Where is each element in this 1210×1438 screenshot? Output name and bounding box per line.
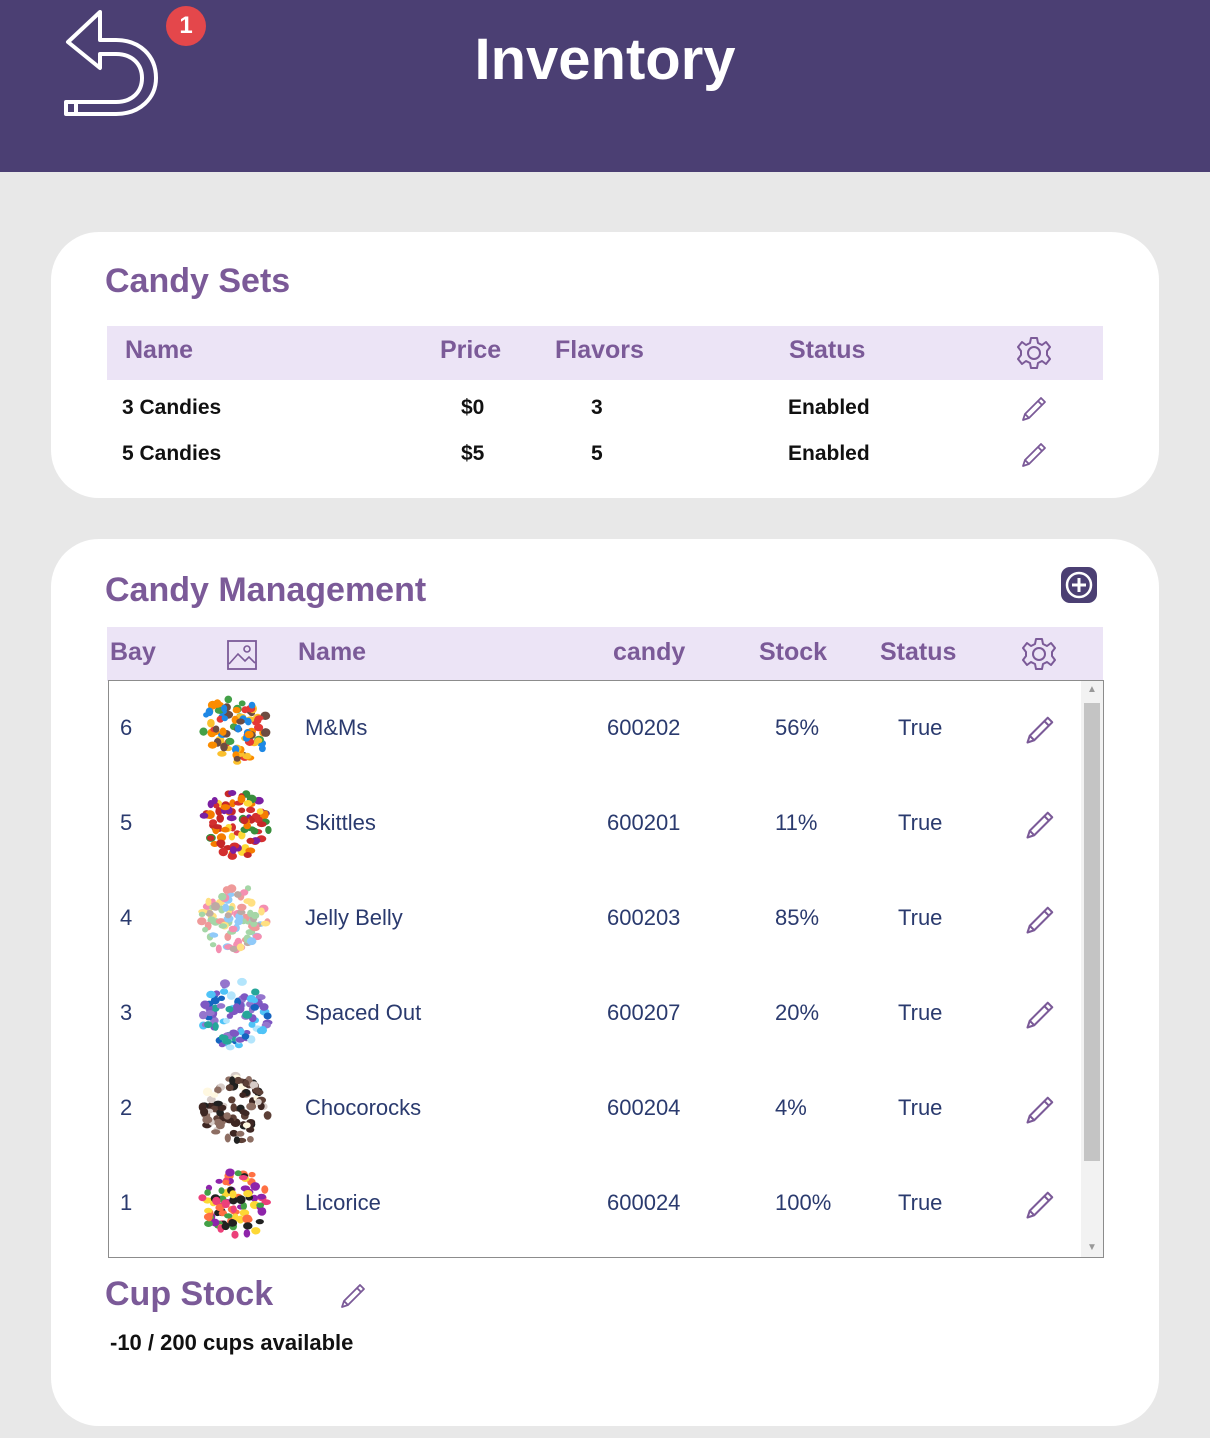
- annotation-badge-1: 1: [166, 6, 206, 46]
- candy-list[interactable]: 6 M&Ms 600202 56% True 5 Skittles 600201 11% True…: [108, 680, 1104, 1258]
- column-stock: Stock: [759, 638, 828, 666]
- candy-id: 600207: [607, 1000, 681, 1025]
- candy-management-card: Candy Management Bay Name candy Stock St…: [51, 539, 1159, 1426]
- column-flavors: Flavors: [555, 336, 644, 364]
- scroll-up-icon[interactable]: ▲: [1087, 685, 1097, 695]
- candy-name: Jelly Belly: [305, 905, 403, 930]
- table-row: 3 Spaced Out 600207 20% True: [109, 966, 1081, 1061]
- table-row: 4 Jelly Belly 600203 85% True: [109, 871, 1081, 966]
- set-price: $5: [461, 442, 485, 465]
- row-status: True: [898, 905, 943, 930]
- set-status: Enabled: [788, 396, 870, 419]
- pencil-icon[interactable]: [1023, 806, 1059, 842]
- candy-id: 600024: [607, 1190, 681, 1215]
- candy-name: Spaced Out: [305, 1000, 422, 1025]
- gear-icon[interactable]: [1022, 637, 1056, 671]
- table-row: 1 Licorice 600024 100% True: [109, 1156, 1081, 1251]
- pencil-icon[interactable]: [338, 1279, 370, 1311]
- row-status: True: [898, 715, 943, 740]
- scrollbar[interactable]: ▲ ▼: [1081, 681, 1103, 1257]
- stock-level: 4%: [775, 1095, 807, 1120]
- column-status: Status: [789, 336, 866, 364]
- candy-name: Skittles: [305, 810, 376, 835]
- table-row: 6 M&Ms 600202 56% True: [109, 681, 1081, 776]
- candy-sets-card: Candy Sets Name Price Flavors Status 3 C…: [51, 232, 1159, 498]
- cup-stock-text: -10 / 200 cups available: [110, 1330, 354, 1355]
- table-row: 5 Skittles 600201 11% True: [109, 776, 1081, 871]
- pencil-icon[interactable]: [1019, 438, 1051, 470]
- candy-id: 600202: [607, 715, 681, 740]
- candy-image: [198, 1071, 272, 1144]
- set-status: Enabled: [788, 442, 870, 465]
- candy-management-title: Candy Management: [105, 571, 427, 609]
- row-status: True: [898, 1095, 943, 1120]
- pencil-icon[interactable]: [1023, 711, 1059, 747]
- stock-level: 11%: [775, 810, 818, 835]
- bay-number: 2: [120, 1095, 133, 1120]
- candy-image: [198, 1168, 271, 1239]
- row-status: True: [898, 810, 943, 835]
- column-price: Price: [440, 336, 502, 364]
- candy-id: 600203: [607, 905, 681, 930]
- candy-id: 600201: [607, 810, 681, 835]
- scroll-down-icon[interactable]: ▼: [1087, 1243, 1097, 1253]
- plus-icon: [1065, 571, 1093, 599]
- row-status: True: [898, 1190, 943, 1215]
- candy-image: [199, 977, 273, 1051]
- pencil-icon[interactable]: [1023, 1186, 1059, 1222]
- stock-level: 56%: [775, 715, 820, 740]
- column-name: Name: [125, 336, 194, 364]
- column-status: Status: [880, 638, 957, 666]
- set-name: 5 Candies: [122, 442, 222, 465]
- candy-sets-title: Candy Sets: [105, 262, 291, 300]
- gear-icon[interactable]: [1017, 336, 1051, 370]
- stock-level: 100%: [775, 1190, 832, 1215]
- candy-id: 600204: [607, 1095, 681, 1120]
- set-name: 3 Candies: [122, 396, 222, 419]
- scrollbar-thumb[interactable]: [1084, 703, 1100, 1161]
- candy-image: [197, 884, 271, 954]
- bay-number: 1: [120, 1190, 133, 1215]
- candy-name: Licorice: [305, 1190, 381, 1215]
- stock-level: 85%: [775, 905, 820, 930]
- column-name: Name: [298, 638, 367, 666]
- column-candy: candy: [613, 638, 686, 666]
- column-bay: Bay: [110, 638, 156, 666]
- table-row: 2 Chocorocks 600204 4% True: [109, 1061, 1081, 1156]
- pencil-icon[interactable]: [1023, 1091, 1059, 1127]
- bay-number: 5: [120, 810, 133, 835]
- stock-level: 20%: [775, 1000, 820, 1025]
- image-icon: [227, 640, 257, 670]
- bay-number: 6: [120, 715, 133, 740]
- set-flavors: 3: [591, 396, 603, 419]
- add-candy-button[interactable]: [1061, 567, 1097, 603]
- bay-number: 3: [120, 1000, 133, 1025]
- candy-sets-table-header: Name Price Flavors Status: [107, 326, 1103, 380]
- candy-image: [199, 790, 272, 860]
- cup-stock-title: Cup Stock: [105, 1275, 274, 1313]
- pencil-icon[interactable]: [1023, 996, 1059, 1032]
- candy-image: [199, 695, 271, 765]
- candy-name: M&Ms: [305, 715, 368, 740]
- bay-number: 4: [120, 905, 133, 930]
- row-status: True: [898, 1000, 943, 1025]
- pencil-icon[interactable]: [1019, 392, 1051, 424]
- candy-management-table-header: Bay Name candy Stock Status: [107, 627, 1103, 681]
- set-flavors: 5: [591, 442, 603, 465]
- set-price: $0: [461, 396, 485, 419]
- pencil-icon[interactable]: [1023, 901, 1059, 937]
- candy-name: Chocorocks: [305, 1095, 422, 1120]
